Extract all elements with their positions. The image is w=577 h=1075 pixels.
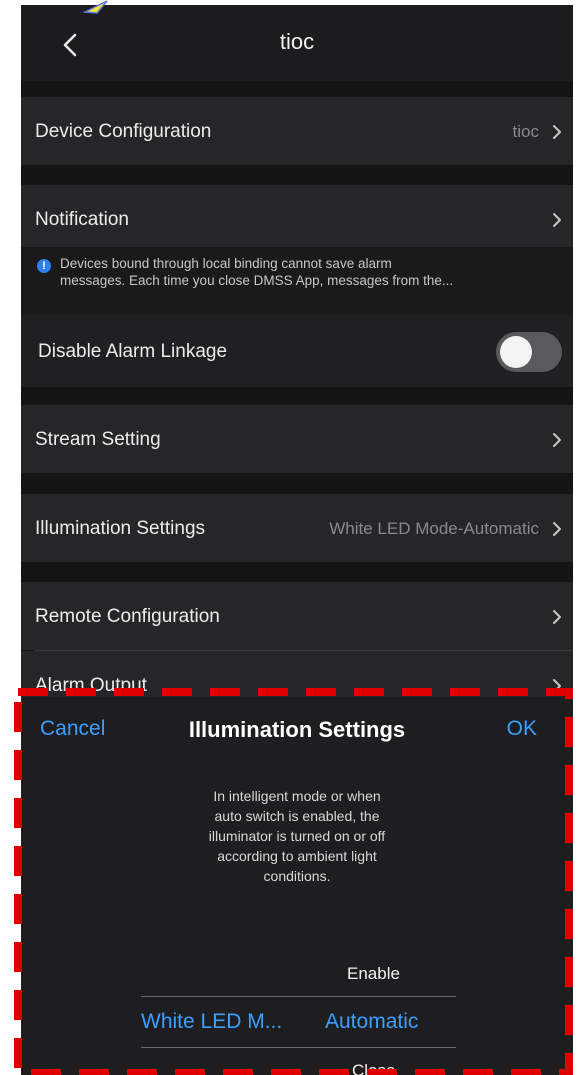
- nav-bar: tioc: [21, 5, 573, 81]
- chevron-right-icon: [553, 125, 561, 139]
- stream-setting-label: Stream Setting: [35, 429, 161, 450]
- toggle-knob: [500, 336, 532, 368]
- notification-note-line: Devices bound through local binding cann…: [60, 256, 392, 271]
- alarm-output-label: Alarm Output: [35, 675, 147, 696]
- alarm-output-row[interactable]: Alarm Output: [21, 651, 573, 697]
- picker-option-enable[interactable]: Enable: [347, 964, 400, 984]
- sheet-description: In intelligent mode or when auto switch …: [167, 786, 427, 886]
- notification-note: ! Devices bound through local binding ca…: [21, 247, 573, 315]
- stream-setting-row[interactable]: Stream Setting: [21, 405, 573, 473]
- device-configuration-value: tioc: [512, 122, 539, 141]
- pointer-arrow-icon: [83, 0, 108, 14]
- disable-alarm-linkage-label: Disable Alarm Linkage: [38, 341, 228, 362]
- sheet-title: Illumination Settings: [188, 717, 406, 742]
- phone-screen: tioc Device Configuration tioc Notificat…: [21, 5, 573, 1075]
- chevron-right-icon: [553, 522, 561, 536]
- notification-row[interactable]: Notification: [21, 185, 573, 253]
- sheet-description-line: auto switch is enabled, the: [214, 808, 380, 824]
- picker-selected-switch[interactable]: Automatic: [325, 1010, 418, 1034]
- remote-configuration-row[interactable]: Remote Configuration: [21, 582, 573, 650]
- illumination-settings-sheet: Cancel Illumination Settings OK In intel…: [21, 697, 573, 1075]
- illumination-settings-label: Illumination Settings: [35, 518, 206, 539]
- sheet-description-line: In intelligent mode or when: [213, 788, 381, 804]
- sheet-description-line: illuminator is turned on or off: [208, 828, 386, 844]
- device-configuration-label: Device Configuration: [35, 121, 212, 142]
- disable-alarm-linkage-row: Disable Alarm Linkage: [21, 315, 573, 387]
- chevron-right-icon: [553, 213, 561, 227]
- ok-button[interactable]: OK: [507, 717, 537, 741]
- device-configuration-row[interactable]: Device Configuration tioc: [21, 97, 573, 165]
- notification-label: Notification: [35, 209, 129, 230]
- sheet-description-line: according to ambient light: [217, 848, 377, 864]
- disable-alarm-linkage-toggle[interactable]: [496, 332, 562, 372]
- picker-selection-line: [141, 1047, 456, 1048]
- remote-configuration-label: Remote Configuration: [35, 606, 220, 627]
- picker-selected-mode[interactable]: White LED M...: [141, 1010, 282, 1034]
- chevron-right-icon: [553, 679, 561, 693]
- chevron-right-icon: [553, 610, 561, 624]
- sheet-description-line: conditions.: [263, 868, 331, 884]
- chevron-right-icon: [553, 433, 561, 447]
- illumination-settings-value: White LED Mode-Automatic: [329, 519, 539, 538]
- page-title: tioc: [279, 29, 315, 54]
- info-icon: !: [37, 259, 51, 273]
- notification-note-line: messages. Each time you close DMSS App, …: [60, 273, 454, 288]
- illumination-settings-row[interactable]: Illumination Settings White LED Mode-Aut…: [21, 494, 573, 562]
- picker-option-close[interactable]: Close: [352, 1061, 395, 1075]
- notification-note-text: Devices bound through local binding cann…: [60, 255, 565, 289]
- picker-selection-line: [141, 996, 456, 997]
